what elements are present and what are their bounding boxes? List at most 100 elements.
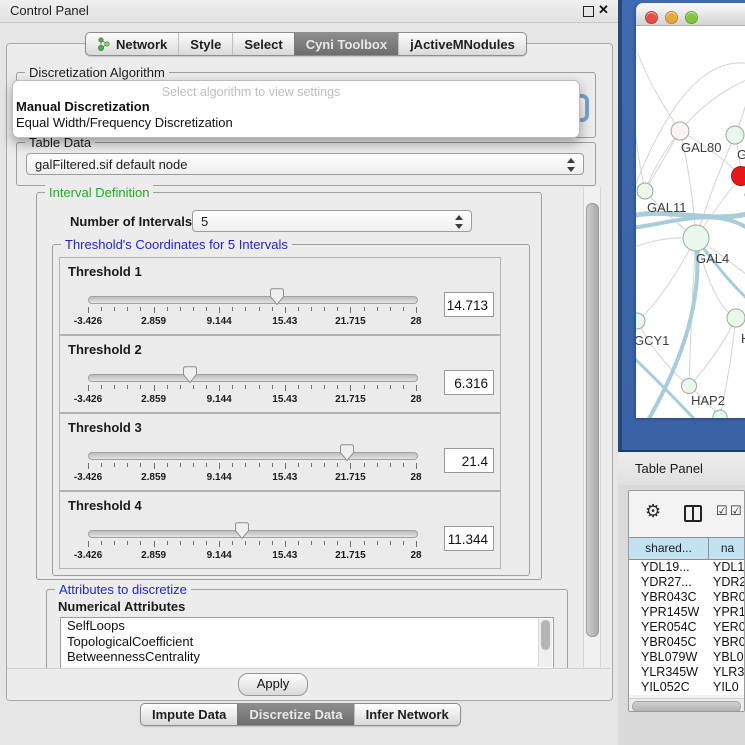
slider-track[interactable] xyxy=(88,296,418,304)
table-row[interactable]: YBL079WYBL0 xyxy=(629,650,745,665)
threshold-panel: Threshold 1-3.4262.8599.14415.4321.71528… xyxy=(59,257,501,335)
threshold-label: Threshold 2 xyxy=(68,342,142,357)
slider-tick-labels: -3.4262.8599.14415.4321.71528 xyxy=(88,394,417,406)
settings-scrollbar-thumb[interactable] xyxy=(586,203,599,637)
attribute-list-item[interactable]: BetweennessCentrality xyxy=(61,649,553,665)
network-node[interactable] xyxy=(637,183,653,199)
tab-jactivemnodules[interactable]: jActiveMNodules xyxy=(398,33,526,55)
table-row[interactable]: YLR345WYLR3 xyxy=(629,665,745,680)
table-row[interactable]: YDL19...YDL1 xyxy=(629,560,745,575)
table-cell-shared-name: YBL079W xyxy=(629,650,709,665)
columns-icon[interactable] xyxy=(684,505,702,522)
threshold-value-field[interactable]: 6.316 xyxy=(444,370,494,395)
table-cell-shared-name: YIL052C xyxy=(629,680,709,695)
algorithm-option-manual[interactable]: Manual Discretization xyxy=(13,99,579,115)
network-edge[interactable] xyxy=(689,318,736,386)
combo-arrows-icon xyxy=(455,214,464,230)
table-row[interactable]: YPR145WYPR1 xyxy=(629,605,745,620)
network-edge[interactable] xyxy=(735,68,745,135)
threshold-value-field[interactable]: 21.4 xyxy=(444,448,494,473)
table-cell-shared-name: YDR27... xyxy=(629,575,709,590)
settings-scrollbar[interactable] xyxy=(583,187,601,667)
slider-track[interactable] xyxy=(88,452,418,460)
column-header-name[interactable]: na xyxy=(709,538,745,559)
number-of-intervals-value: 5 xyxy=(201,214,208,229)
table-data-combobox[interactable]: galFiltered.sif default node xyxy=(26,153,584,175)
apply-button[interactable]: Apply xyxy=(238,673,308,696)
network-edge[interactable] xyxy=(637,238,696,321)
attribute-list-item[interactable]: TopologicalCoefficient xyxy=(61,634,553,650)
algorithm-dropdown-popup: Select algorithm to view settings Manual… xyxy=(12,80,580,138)
network-node[interactable] xyxy=(726,126,744,144)
network-node[interactable] xyxy=(671,122,689,140)
network-edge[interactable] xyxy=(638,54,680,131)
table-cell-shared-name: YDL19... xyxy=(629,560,709,575)
numerical-attributes-list[interactable]: SelfLoopsTopologicalCoefficientBetweenne… xyxy=(60,617,554,669)
threshold-label: Threshold 3 xyxy=(68,420,142,435)
node-label: GAL11 xyxy=(647,200,687,215)
tab-infer-network[interactable]: Infer Network xyxy=(354,704,460,725)
table-cell-shared-name: YPR145W xyxy=(629,605,709,620)
column-header-shared-name[interactable]: shared... xyxy=(629,538,709,559)
tab-discretize-data[interactable]: Discretize Data xyxy=(237,704,353,725)
window-zoom-button[interactable] xyxy=(685,11,698,24)
slider-thumb[interactable] xyxy=(234,522,250,540)
close-icon[interactable]: ✕ xyxy=(598,2,609,18)
network-node[interactable] xyxy=(682,379,697,394)
tab-cyni-toolbox[interactable]: Cyni Toolbox xyxy=(294,33,398,55)
network-window-titlebar[interactable] xyxy=(636,3,745,26)
node-label: H xyxy=(741,331,745,346)
network-edge[interactable] xyxy=(645,131,680,191)
table-header-row: shared... na xyxy=(629,537,745,560)
table-row[interactable]: YBR043CYBR0 xyxy=(629,590,745,605)
network-edge[interactable] xyxy=(636,356,724,418)
combo-arrows-icon xyxy=(567,157,576,173)
checkbox-icon[interactable]: ☑ xyxy=(730,504,742,517)
float-window-icon[interactable] xyxy=(583,6,594,17)
table-cell-name: YBL0 xyxy=(709,650,745,665)
slider-ticks xyxy=(88,541,417,549)
interval-definition-group-title: Interval Definition xyxy=(45,185,153,200)
table-row[interactable]: YBR045CYBR0 xyxy=(629,635,745,650)
attribute-list-item[interactable]: SelfLoops xyxy=(61,618,553,634)
network-node[interactable] xyxy=(727,309,745,327)
node-label: GCY1 xyxy=(636,333,669,348)
tab-impute-data[interactable]: Impute Data xyxy=(141,704,237,725)
threshold-value-field[interactable]: 14.713 xyxy=(444,292,494,317)
checkbox-icon[interactable]: ☑ xyxy=(716,504,728,517)
network-edge[interactable] xyxy=(680,78,745,131)
threshold-value-field[interactable]: 11.344 xyxy=(444,526,494,551)
window-minimize-button[interactable] xyxy=(665,11,678,24)
slider-track[interactable] xyxy=(88,530,418,538)
table-row[interactable]: YDR27...YDR2 xyxy=(629,575,745,590)
slider-thumb[interactable] xyxy=(182,366,198,384)
slider-tick-labels: -3.4262.8599.14415.4321.71528 xyxy=(88,550,417,562)
tab-select[interactable]: Select xyxy=(232,33,293,55)
gear-icon[interactable]: ⚙ xyxy=(645,502,661,520)
attributes-list-scrollbar-thumb[interactable] xyxy=(541,620,550,650)
slider-track[interactable] xyxy=(88,374,418,382)
tab-style[interactable]: Style xyxy=(178,33,232,55)
table-cell-shared-name: YBR043C xyxy=(629,590,709,605)
slider-tick-labels: -3.4262.8599.14415.4321.71528 xyxy=(88,472,417,484)
table-panel-body: ⚙ ☑ ☑ shared... na YDL19...YDL1YDR27...Y… xyxy=(618,485,745,745)
table-horizontal-scrollbar-thumb[interactable] xyxy=(632,701,741,712)
network-canvas[interactable]: GAL80GCGAL11GAL4GCY1HHAP2 xyxy=(636,26,745,418)
tab-network[interactable]: Network xyxy=(86,33,178,55)
slider-thumb[interactable] xyxy=(269,288,285,306)
tab-label: jActiveMNodules xyxy=(410,37,515,52)
attributes-list-scrollbar[interactable] xyxy=(538,619,552,667)
table-row[interactable]: YIL052CYIL0 xyxy=(629,680,745,695)
algorithm-option-equal-width[interactable]: Equal Width/Frequency Discretization xyxy=(13,115,579,131)
table-row[interactable]: YER054CYER0 xyxy=(629,620,745,635)
control-panel-titlebar: Control Panel ✕ xyxy=(0,0,618,23)
table-cell-name: YDL1 xyxy=(709,560,745,575)
number-of-intervals-combobox[interactable]: 5 xyxy=(192,210,472,232)
window-close-button[interactable] xyxy=(645,11,658,24)
table-toolbar: ⚙ ☑ ☑ xyxy=(629,491,744,536)
network-window[interactable]: GAL80GCGAL11GAL4GCY1HHAP2 xyxy=(636,3,745,418)
network-node[interactable] xyxy=(683,225,709,251)
table-horizontal-scrollbar[interactable] xyxy=(629,698,745,712)
table-panel-title: Table Panel xyxy=(635,461,703,476)
slider-thumb[interactable] xyxy=(339,444,355,462)
